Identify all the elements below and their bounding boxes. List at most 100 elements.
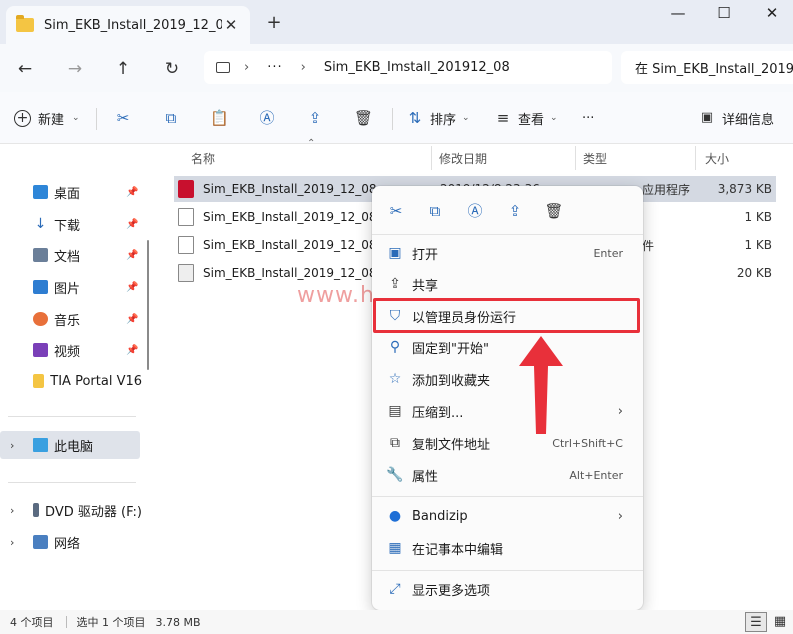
sidebar-item-desktop[interactable]: 桌面 📌 <box>0 178 142 206</box>
share-icon[interactable]: ⇪ <box>503 200 527 222</box>
copy-button[interactable]: ⧉ <box>162 106 180 130</box>
menu-item-label: 复制文件地址 <box>412 437 491 453</box>
title-bar: Sim_EKB_Install_2019_12_08 ✕ + — ☐ ✕ <box>0 0 793 44</box>
menu-item-compress[interactable]: ▤ 压缩到... › <box>378 396 637 426</box>
details-view-icon[interactable]: ☰ <box>745 612 767 632</box>
menu-item-pin-start[interactable]: ⚲ 固定到"开始" <box>378 332 637 362</box>
tiles-view-icon[interactable]: ▦ <box>769 612 791 632</box>
menu-item-copy-path[interactable]: ⧉ 复制文件地址 Ctrl+Shift+C <box>378 428 637 458</box>
video-icon <box>33 343 48 357</box>
sidebar-item-tia-portal[interactable]: TIA Portal V16 <box>0 367 142 395</box>
folder-icon <box>16 15 34 32</box>
file-icon <box>178 208 194 226</box>
column-divider[interactable] <box>695 146 696 170</box>
sidebar-item-this-pc[interactable]: › 此电脑 <box>0 431 140 459</box>
search-input[interactable]: 在 Sim_EKB_Install_2019_ <box>621 51 793 84</box>
menu-item-run-as-admin[interactable]: ⛉ 以管理员身份运行 <box>378 301 637 331</box>
tab-explorer[interactable]: Sim_EKB_Install_2019_12_08 ✕ <box>6 6 250 44</box>
pin-icon[interactable]: 📌 <box>126 314 138 325</box>
forward-icon[interactable]: → <box>62 56 88 82</box>
sidebar-item-downloads[interactable]: ↓ 下载 📌 <box>0 210 142 238</box>
menu-item-bandizip[interactable]: ● Bandizip › <box>378 501 637 531</box>
selection-size: 3.78 MB <box>155 615 201 629</box>
sort-button[interactable]: ⇅ 排序 ⌄ <box>406 106 470 130</box>
file-size: 1 KB <box>744 210 772 224</box>
cut-icon[interactable]: ✂ <box>384 200 408 222</box>
sidebar-item-videos[interactable]: 视频 📌 <box>0 336 142 364</box>
chevron-right-icon[interactable]: › <box>10 536 14 549</box>
cut-button[interactable]: ✂ <box>114 106 132 130</box>
pin-icon[interactable]: 📌 <box>126 345 138 356</box>
details-label: 详细信息 <box>722 112 775 128</box>
path-ellipsis[interactable]: ··· <box>267 60 282 75</box>
menu-item-label: 共享 <box>412 278 439 294</box>
sidebar-item-network[interactable]: › 网络 <box>0 528 142 556</box>
pin-icon[interactable]: 📌 <box>126 282 138 293</box>
paste-button[interactable]: 📋 <box>210 106 229 130</box>
computer-icon <box>33 438 48 452</box>
pin-icon[interactable]: 📌 <box>126 250 138 261</box>
rename-button[interactable]: Ⓐ <box>258 106 276 130</box>
menu-item-notepad[interactable]: ▦ 在记事本中编辑 <box>378 533 637 563</box>
column-header-name[interactable]: 名称 <box>191 144 215 172</box>
sidebar-item-label: 此电脑 <box>54 439 94 455</box>
close-button[interactable]: ✕ <box>752 4 792 26</box>
new-tab-button[interactable]: + <box>262 12 286 33</box>
chevron-right-icon: › <box>244 60 250 75</box>
details-button[interactable]: ▣ 详细信息 <box>698 106 774 130</box>
new-label: 新建 <box>38 112 65 128</box>
wrench-icon: 🔧 <box>386 467 404 483</box>
dvd-icon <box>33 503 40 517</box>
rename-icon[interactable]: Ⓐ <box>463 200 487 222</box>
menu-item-properties[interactable]: 🔧 属性 Alt+Enter <box>378 460 637 490</box>
sidebar-item-label: 桌面 <box>54 186 81 202</box>
chevron-right-icon[interactable]: › <box>10 504 14 517</box>
sidebar-item-label: 网络 <box>54 536 81 552</box>
command-bar: + 新建 ⌄ ✂ ⧉ 📋 Ⓐ ⇪ 🗑 ⇅ 排序 ⌄ ≡ 查看 ⌄ ··· ▣ 详… <box>0 92 793 144</box>
more-button[interactable]: ··· <box>582 106 594 130</box>
column-header-modified[interactable]: 修改日期 <box>439 144 487 172</box>
sidebar-item-label: TIA Portal V16 <box>50 373 142 389</box>
music-icon <box>33 312 48 326</box>
back-icon[interactable]: ← <box>12 56 38 82</box>
share-icon: ⇪ <box>389 276 401 292</box>
sidebar-item-pictures[interactable]: 图片 📌 <box>0 273 142 301</box>
refresh-icon[interactable]: ↻ <box>159 56 185 82</box>
sidebar-item-music[interactable]: 音乐 📌 <box>0 305 142 333</box>
column-header-type[interactable]: 类型 <box>583 144 607 172</box>
menu-item-more-options[interactable]: ⤢ 显示更多选项 <box>378 574 637 604</box>
delete-icon[interactable]: 🗑 <box>542 200 566 222</box>
chevron-right-icon[interactable]: › <box>10 439 14 452</box>
column-divider[interactable] <box>431 146 432 170</box>
star-icon: ☆ <box>388 371 402 387</box>
maximize-button[interactable]: ☐ <box>704 4 744 26</box>
new-button[interactable]: + 新建 ⌄ <box>14 106 80 130</box>
sidebar-scrollbar[interactable] <box>147 240 149 370</box>
sidebar-item-dvd[interactable]: › DVD 驱动器 (F:) <box>0 496 142 524</box>
file-size: 20 KB <box>736 266 772 280</box>
share-button[interactable]: ⇪ <box>306 106 324 130</box>
pin-icon[interactable]: 📌 <box>126 219 138 230</box>
view-button[interactable]: ≡ 查看 ⌄ <box>494 106 558 130</box>
minimize-button[interactable]: — <box>658 4 698 26</box>
zip-icon: ▤ <box>388 403 402 419</box>
menu-item-share[interactable]: ⇪ 共享 <box>378 269 637 299</box>
sort-up-icon: ⌃ <box>307 138 316 149</box>
tab-close-icon[interactable]: ✕ <box>222 16 240 34</box>
menu-item-open[interactable]: ▣ 打开 Enter <box>378 238 637 268</box>
scissors-icon: ✂ <box>116 109 130 127</box>
divider <box>8 416 136 417</box>
path-current[interactable]: Sim_EKB_Imstall_201912_08 <box>324 60 510 75</box>
chevron-right-icon: › <box>617 403 623 419</box>
menu-divider <box>372 234 643 235</box>
menu-item-add-favorites[interactable]: ☆ 添加到收藏夹 <box>378 364 637 394</box>
up-icon[interactable]: ↑ <box>110 56 136 82</box>
file-size: 1 KB <box>744 238 772 252</box>
delete-button[interactable]: 🗑 <box>354 106 373 130</box>
column-header-size[interactable]: 大小 <box>705 144 729 172</box>
column-divider[interactable] <box>575 146 576 170</box>
copy-icon[interactable]: ⧉ <box>423 200 447 222</box>
address-bar[interactable]: › ··· › Sim_EKB_Imstall_201912_08 <box>204 51 612 84</box>
pin-icon[interactable]: 📌 <box>126 187 138 198</box>
sidebar-item-documents[interactable]: 文档 📌 <box>0 241 142 269</box>
